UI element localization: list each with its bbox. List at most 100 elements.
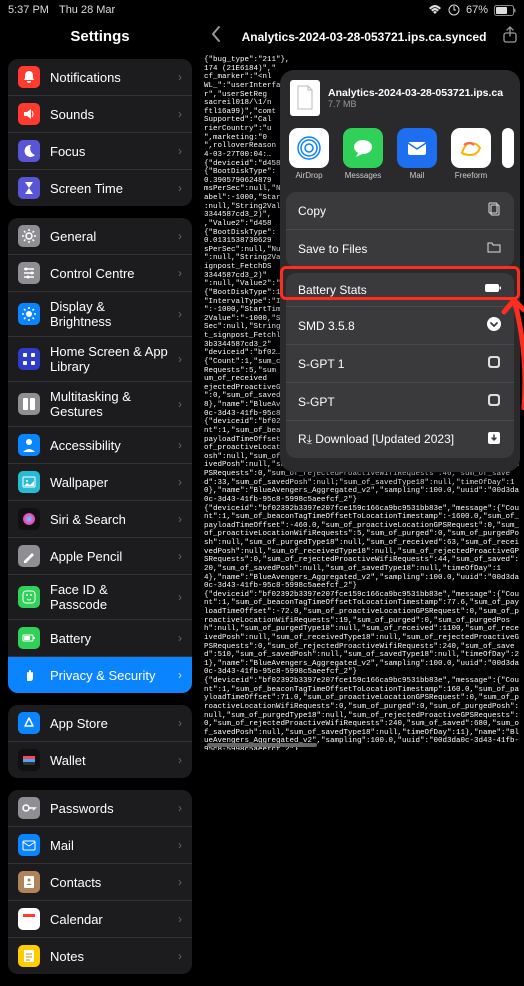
share-target-mail[interactable]: Mail — [394, 128, 440, 180]
share-target-label: Mail — [410, 171, 425, 180]
share-target-airdrop[interactable]: AirDrop — [286, 128, 332, 180]
settings-row-label: Control Centre — [50, 266, 135, 281]
messages-icon — [343, 128, 383, 168]
gear-icon — [18, 225, 40, 247]
battery-percent: 67% — [466, 4, 488, 16]
hourglass-icon — [18, 177, 40, 199]
share-action-label: SMD 3.5.8 — [298, 319, 355, 333]
settings-row-display-brightness[interactable]: Display & Brightness› — [8, 292, 192, 337]
chevron-right-icon: › — [178, 875, 182, 889]
share-target-messages[interactable]: Messages — [340, 128, 386, 180]
settings-row-label: Privacy & Security — [50, 668, 155, 683]
settings-row-label: Home Screen & App Library — [50, 344, 168, 374]
share-action-s-gpt[interactable]: S-GPT — [286, 383, 514, 421]
share-target-label: Messages — [345, 171, 381, 180]
settings-row-mail[interactable]: Mail› — [8, 827, 192, 864]
share-action-s-gpt-1[interactable]: S-GPT 1 — [286, 345, 514, 383]
share-target-label: AirDrop — [295, 171, 322, 180]
settings-row-label: Sounds — [50, 107, 94, 122]
share-action-label: S-GPT — [298, 395, 335, 409]
settings-row-wallpaper[interactable]: Wallpaper › — [8, 464, 192, 501]
grid-icon — [18, 348, 40, 370]
chevron-right-icon: › — [178, 512, 182, 526]
settings-row-screen-time[interactable]: Screen Time› — [8, 170, 192, 206]
settings-row-privacy-security[interactable]: Privacy & Security› — [8, 657, 192, 693]
settings-row-label: Battery — [50, 631, 91, 646]
back-button[interactable] — [206, 25, 226, 49]
settings-row-label: Apple Pencil — [50, 549, 122, 564]
settings-row-multitasking-gestures[interactable]: Multitasking & Gestures› — [8, 382, 192, 427]
settings-row-accessibility[interactable]: Accessibility› — [8, 427, 192, 464]
speaker-icon — [18, 103, 40, 125]
settings-row-control-centre[interactable]: Control Centre› — [8, 255, 192, 292]
airdrop-icon — [289, 128, 329, 168]
settings-row-battery[interactable]: Battery › — [8, 620, 192, 657]
dots-icon — [18, 393, 40, 415]
settings-row-label: Contacts — [50, 875, 101, 890]
copy-icon — [486, 201, 502, 220]
share-button[interactable] — [502, 26, 518, 49]
settings-row-face-id-passcode[interactable]: Face ID & Passcode› — [8, 575, 192, 620]
share-target-label: Freeform — [455, 171, 487, 180]
settings-row-label: Mail — [50, 838, 74, 853]
chevron-right-icon: › — [178, 229, 182, 243]
share-action-smd-3-5-8[interactable]: SMD 3.5.8 — [286, 307, 514, 345]
settings-row-passwords[interactable]: Passwords› — [8, 790, 192, 827]
chevron-right-icon: › — [178, 70, 182, 84]
chevron-right-icon: › — [178, 438, 182, 452]
download-box-icon — [486, 430, 502, 449]
settings-row-label: Calendar — [50, 912, 103, 927]
wallet-icon — [18, 749, 40, 771]
settings-row-focus[interactable]: Focus› — [8, 133, 192, 170]
share-action-copy[interactable]: Copy — [286, 192, 514, 230]
chevron-right-icon: › — [178, 753, 182, 767]
sheet-file-size: 7.7 MB — [328, 99, 503, 109]
share-action-save-to-files[interactable]: Save to Files — [286, 230, 514, 267]
mail-icon — [397, 128, 437, 168]
settings-row-label: App Store — [50, 716, 108, 731]
detail-pane: Analytics-2024-03-28-053721.ips.ca.synce… — [200, 20, 524, 750]
shortcut-icon — [486, 392, 502, 411]
settings-row-label: Notifications — [50, 70, 121, 85]
battery-icon — [484, 282, 502, 297]
chevron-right-icon: › — [178, 912, 182, 926]
file-icon — [290, 80, 320, 116]
wifi-icon — [428, 5, 442, 15]
sun-icon — [18, 303, 40, 325]
settings-row-siri-search[interactable]: Siri & Search › — [8, 501, 192, 538]
settings-row-wallet[interactable]: Wallet› — [8, 742, 192, 778]
share-action-label: Copy — [298, 204, 326, 218]
settings-row-app-store[interactable]: App Store› — [8, 705, 192, 742]
share-action-battery-stats[interactable]: Battery Stats — [286, 273, 514, 307]
home-indicator — [207, 743, 317, 747]
settings-row-sounds[interactable]: Sounds› — [8, 96, 192, 133]
chevron-right-icon: › — [178, 549, 182, 563]
status-time: 5:37 PM — [8, 4, 49, 16]
faceid-icon — [18, 586, 40, 608]
settings-row-home-screen-app-library[interactable]: Home Screen & App Library › — [8, 337, 192, 382]
chevron-right-icon: › — [178, 631, 182, 645]
settings-row-label: Wallpaper — [50, 475, 108, 490]
share-action-label: S-GPT 1 — [298, 357, 344, 371]
share-action-label: Battery Stats — [298, 283, 367, 297]
chevron-right-icon: › — [178, 590, 182, 604]
chevron-right-icon: › — [178, 475, 182, 489]
settings-row-apple-pencil[interactable]: Apple Pencil › — [8, 538, 192, 575]
settings-sidebar: Settings Notifications›Sounds›Focus›Scre… — [0, 20, 200, 750]
shortcut-icon — [486, 354, 502, 373]
settings-row-label: Siri & Search — [50, 512, 126, 527]
settings-row-general[interactable]: General› — [8, 218, 192, 255]
settings-row-notes[interactable]: Notes› — [8, 938, 192, 974]
chevron-right-icon: › — [178, 397, 182, 411]
share-action-r-download-updated-2023-[interactable]: R⤓ Download [Updated 2023] — [286, 421, 514, 458]
share-target-freeform[interactable]: Freeform — [448, 128, 494, 180]
settings-row-contacts[interactable]: Contacts › — [8, 864, 192, 901]
detail-nav: Analytics-2024-03-28-053721.ips.ca.synce… — [200, 20, 524, 54]
chevron-right-icon: › — [178, 307, 182, 321]
settings-row-label: Screen Time — [50, 181, 123, 196]
settings-title: Settings — [0, 20, 200, 55]
settings-row-notifications[interactable]: Notifications › — [8, 59, 192, 96]
chevron-right-icon: › — [178, 352, 182, 366]
settings-row-calendar[interactable]: Calendar › — [8, 901, 192, 938]
orientation-lock-icon — [448, 4, 460, 16]
